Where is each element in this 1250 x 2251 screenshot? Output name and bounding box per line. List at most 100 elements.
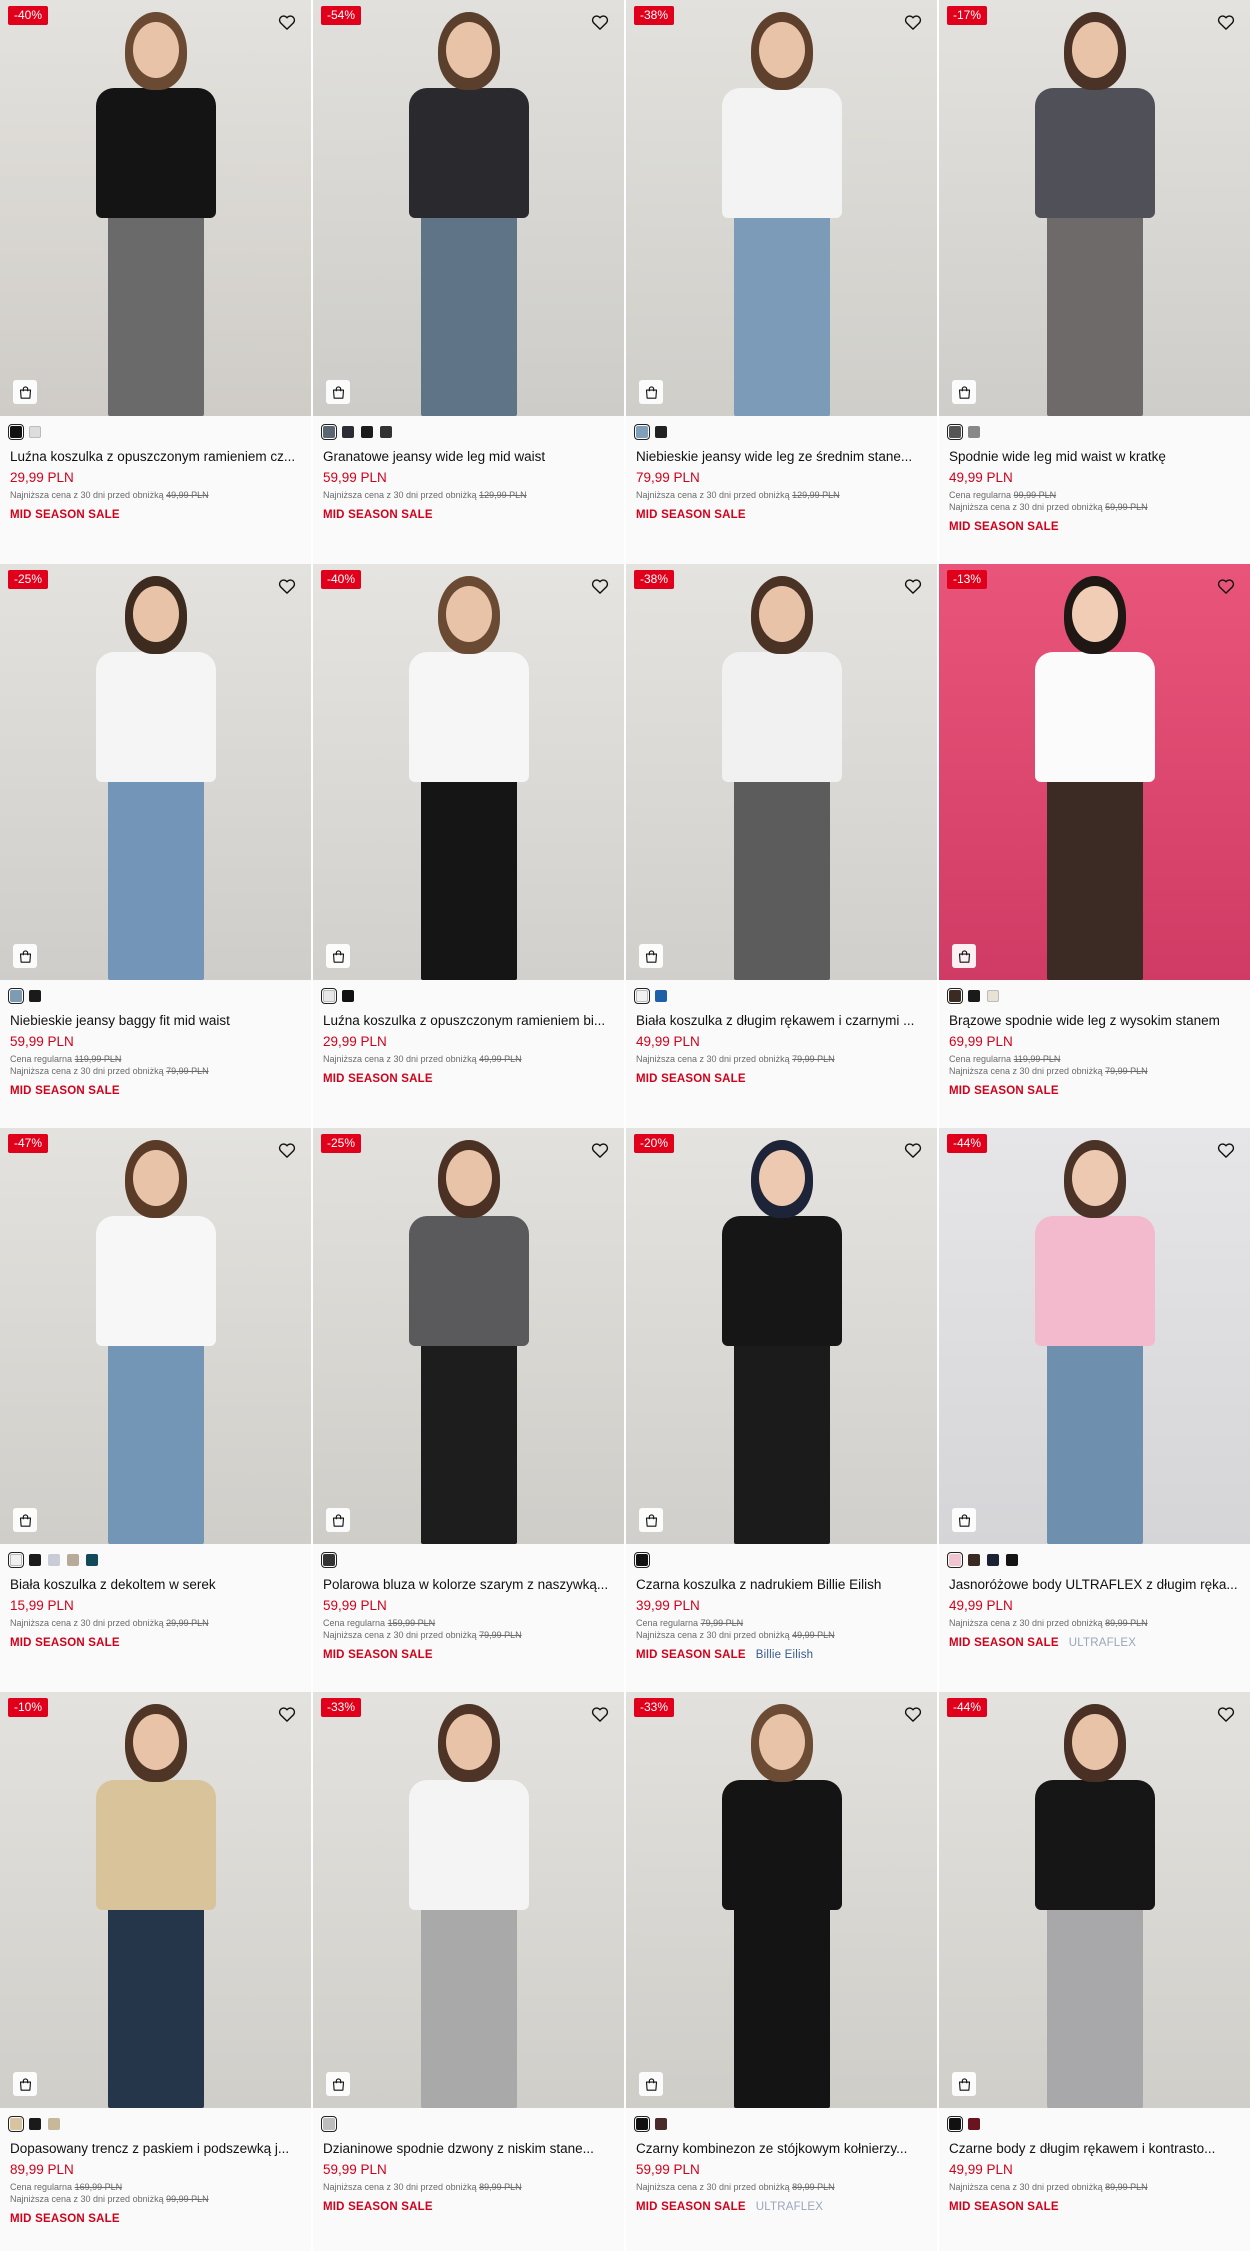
product-title[interactable]: Biała koszulka z długim rękawem i czarny… bbox=[636, 1012, 927, 1029]
product-image[interactable]: -44% bbox=[939, 1128, 1250, 1544]
color-swatch[interactable] bbox=[947, 424, 963, 440]
color-swatch[interactable] bbox=[655, 990, 667, 1002]
color-swatch[interactable] bbox=[655, 2118, 667, 2130]
color-swatch[interactable] bbox=[968, 990, 980, 1002]
shopping-bag-icon[interactable] bbox=[13, 2072, 37, 2096]
brand-label[interactable]: Billie Eilish bbox=[756, 1649, 814, 1661]
heart-icon[interactable] bbox=[277, 576, 297, 596]
color-swatch[interactable] bbox=[29, 1554, 41, 1566]
product-title[interactable]: Granatowe jeansy wide leg mid waist bbox=[323, 448, 614, 465]
product-image[interactable]: -25% bbox=[313, 1128, 624, 1544]
product-card[interactable]: -17% Spodnie wide leg mid waist w kratkę… bbox=[939, 0, 1250, 564]
shopping-bag-icon[interactable] bbox=[326, 1508, 350, 1532]
color-swatch[interactable] bbox=[947, 2116, 963, 2132]
heart-icon[interactable] bbox=[590, 12, 610, 32]
shopping-bag-icon[interactable] bbox=[13, 1508, 37, 1532]
color-swatch[interactable] bbox=[947, 988, 963, 1004]
heart-icon[interactable] bbox=[1216, 1704, 1236, 1724]
color-swatch[interactable] bbox=[655, 426, 667, 438]
shopping-bag-icon[interactable] bbox=[952, 1508, 976, 1532]
product-image[interactable]: -20% bbox=[626, 1128, 937, 1544]
product-title[interactable]: Brązowe spodnie wide leg z wysokim stane… bbox=[949, 1012, 1240, 1029]
product-image[interactable]: -40% bbox=[313, 564, 624, 980]
product-card[interactable]: -38% Biała koszulka z długim rękawem i c… bbox=[626, 564, 937, 1128]
product-title[interactable]: Spodnie wide leg mid waist w kratkę bbox=[949, 448, 1240, 465]
color-swatch[interactable] bbox=[67, 1554, 79, 1566]
product-title[interactable]: Czarne body z długim rękawem i kontrasto… bbox=[949, 2140, 1240, 2157]
heart-icon[interactable] bbox=[277, 1140, 297, 1160]
product-image[interactable]: -25% bbox=[0, 564, 311, 980]
color-swatch[interactable] bbox=[321, 2116, 337, 2132]
color-swatch[interactable] bbox=[634, 424, 650, 440]
shopping-bag-icon[interactable] bbox=[13, 380, 37, 404]
color-swatch[interactable] bbox=[29, 2118, 41, 2130]
product-card[interactable]: -44% Czarne body z długim rękawem i kont… bbox=[939, 1692, 1250, 2251]
product-card[interactable]: -33% Dzianinowe spodnie dzwony z niskim … bbox=[313, 1692, 624, 2251]
shopping-bag-icon[interactable] bbox=[326, 2072, 350, 2096]
heart-icon[interactable] bbox=[277, 12, 297, 32]
product-card[interactable]: -47% Biała koszulka z dekoltem w serek 1… bbox=[0, 1128, 311, 1692]
color-swatch[interactable] bbox=[987, 1554, 999, 1566]
product-image[interactable]: -38% bbox=[626, 0, 937, 416]
color-swatch[interactable] bbox=[380, 426, 392, 438]
product-title[interactable]: Niebieskie jeansy baggy fit mid waist bbox=[10, 1012, 301, 1029]
color-swatch[interactable] bbox=[968, 1554, 980, 1566]
product-image[interactable]: -17% bbox=[939, 0, 1250, 416]
product-title[interactable]: Dopasowany trencz z paskiem i podszewką … bbox=[10, 2140, 301, 2157]
heart-icon[interactable] bbox=[277, 1704, 297, 1724]
product-image[interactable]: -40% bbox=[0, 0, 311, 416]
product-card[interactable]: -10% Dopasowany trencz z paskiem i podsz… bbox=[0, 1692, 311, 2251]
product-card[interactable]: -40% Luźna koszulka z opuszczonym ramien… bbox=[0, 0, 311, 564]
product-image[interactable]: -44% bbox=[939, 1692, 1250, 2108]
product-card[interactable]: -40% Luźna koszulka z opuszczonym ramien… bbox=[313, 564, 624, 1128]
color-swatch[interactable] bbox=[987, 990, 999, 1002]
heart-icon[interactable] bbox=[903, 576, 923, 596]
product-image[interactable]: -47% bbox=[0, 1128, 311, 1544]
product-title[interactable]: Dzianinowe spodnie dzwony z niskim stane… bbox=[323, 2140, 614, 2157]
shopping-bag-icon[interactable] bbox=[952, 380, 976, 404]
heart-icon[interactable] bbox=[1216, 1140, 1236, 1160]
color-swatch[interactable] bbox=[342, 990, 354, 1002]
heart-icon[interactable] bbox=[590, 576, 610, 596]
product-card[interactable]: -54% Granatowe jeansy wide leg mid waist… bbox=[313, 0, 624, 564]
color-swatch[interactable] bbox=[634, 2116, 650, 2132]
color-swatch[interactable] bbox=[8, 1552, 24, 1568]
color-swatch[interactable] bbox=[86, 1554, 98, 1566]
product-title[interactable]: Luźna koszulka z opuszczonym ramieniem c… bbox=[10, 448, 301, 465]
product-title[interactable]: Czarna koszulka z nadrukiem Billie Eilis… bbox=[636, 1576, 927, 1593]
product-card[interactable]: -25% Polarowa bluza w kolorze szarym z n… bbox=[313, 1128, 624, 1692]
brand-label[interactable]: ULTRAFLEX bbox=[756, 2201, 823, 2213]
shopping-bag-icon[interactable] bbox=[639, 944, 663, 968]
color-swatch[interactable] bbox=[8, 988, 24, 1004]
color-swatch[interactable] bbox=[634, 1552, 650, 1568]
heart-icon[interactable] bbox=[903, 1140, 923, 1160]
color-swatch[interactable] bbox=[321, 988, 337, 1004]
shopping-bag-icon[interactable] bbox=[952, 2072, 976, 2096]
product-image[interactable]: -38% bbox=[626, 564, 937, 980]
heart-icon[interactable] bbox=[590, 1704, 610, 1724]
shopping-bag-icon[interactable] bbox=[326, 944, 350, 968]
color-swatch[interactable] bbox=[48, 1554, 60, 1566]
color-swatch[interactable] bbox=[321, 424, 337, 440]
product-card[interactable]: -20% Czarna koszulka z nadrukiem Billie … bbox=[626, 1128, 937, 1692]
product-card[interactable]: -44% Jasnoróżowe body ULTRAFLEX z długim… bbox=[939, 1128, 1250, 1692]
shopping-bag-icon[interactable] bbox=[639, 2072, 663, 2096]
product-card[interactable]: -33% Czarny kombinezon ze stójkowym kołn… bbox=[626, 1692, 937, 2251]
product-title[interactable]: Niebieskie jeansy wide leg ze średnim st… bbox=[636, 448, 927, 465]
product-image[interactable]: -33% bbox=[626, 1692, 937, 2108]
color-swatch[interactable] bbox=[48, 2118, 60, 2130]
product-image[interactable]: -33% bbox=[313, 1692, 624, 2108]
color-swatch[interactable] bbox=[29, 990, 41, 1002]
color-swatch[interactable] bbox=[321, 1552, 337, 1568]
product-image[interactable]: -13% bbox=[939, 564, 1250, 980]
heart-icon[interactable] bbox=[1216, 12, 1236, 32]
product-card[interactable]: -25% Niebieskie jeansy baggy fit mid wai… bbox=[0, 564, 311, 1128]
product-title[interactable]: Jasnoróżowe body ULTRAFLEX z długim ręka… bbox=[949, 1576, 1240, 1593]
product-title[interactable]: Luźna koszulka z opuszczonym ramieniem b… bbox=[323, 1012, 614, 1029]
color-swatch[interactable] bbox=[968, 426, 980, 438]
product-card[interactable]: -38% Niebieskie jeansy wide leg ze średn… bbox=[626, 0, 937, 564]
product-image[interactable]: -10% bbox=[0, 1692, 311, 2108]
color-swatch[interactable] bbox=[8, 424, 24, 440]
color-swatch[interactable] bbox=[342, 426, 354, 438]
heart-icon[interactable] bbox=[1216, 576, 1236, 596]
